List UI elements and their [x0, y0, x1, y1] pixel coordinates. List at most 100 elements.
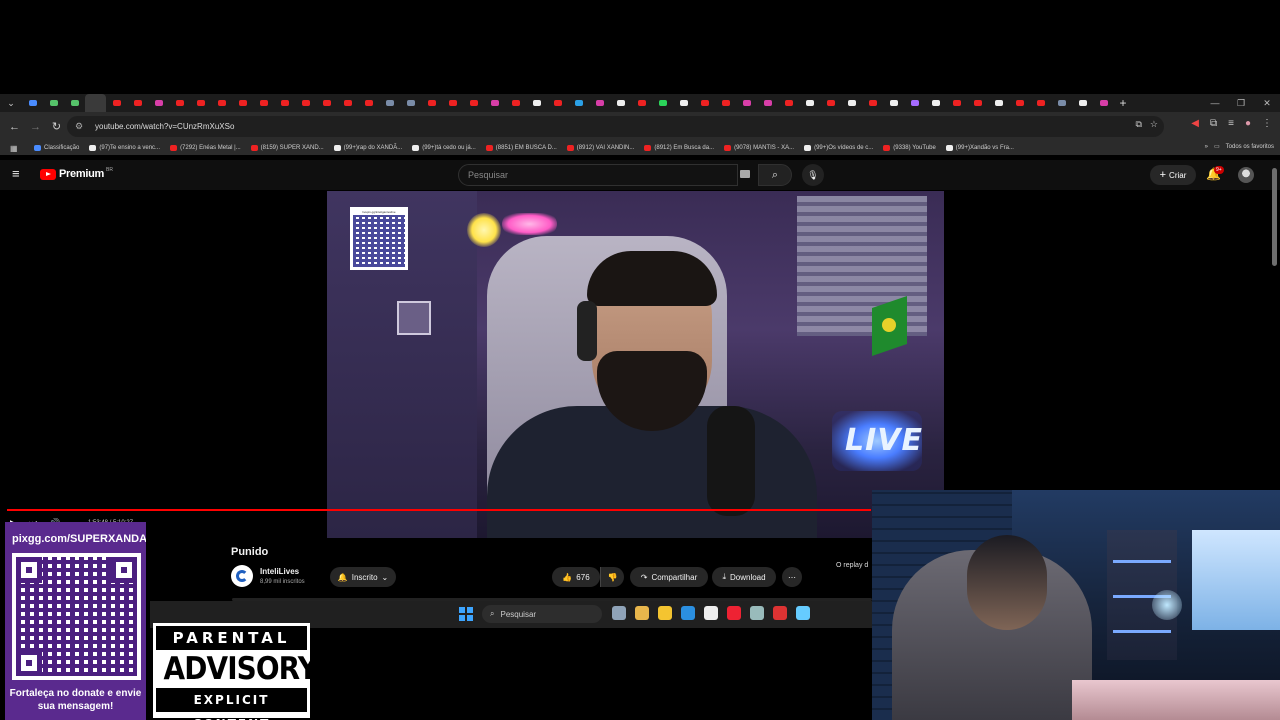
bookmark-item[interactable]: (7292) Enéas Metal |... — [170, 145, 241, 151]
browser-tab[interactable] — [253, 94, 274, 112]
browser-menu-icon[interactable]: ⋮ — [1262, 118, 1272, 129]
all-bookmarks-link[interactable]: Todos os favoritos — [1226, 144, 1274, 150]
bookmark-star-icon[interactable]: ☆ — [1150, 119, 1158, 130]
browser-tab[interactable] — [505, 94, 526, 112]
taskbar-app-icon[interactable] — [681, 606, 695, 620]
channel-avatar[interactable] — [231, 565, 253, 587]
browser-tab[interactable] — [148, 94, 169, 112]
video-player[interactable]: LIVE livepix.gg/inteliganteslive — [327, 191, 944, 538]
volume-extension-icon[interactable]: ◀ — [1191, 118, 1199, 129]
browser-tab[interactable] — [211, 94, 232, 112]
browser-tab[interactable] — [1072, 94, 1093, 112]
browser-tab[interactable] — [694, 94, 715, 112]
browser-tab[interactable] — [1051, 94, 1072, 112]
browser-tab[interactable] — [358, 94, 379, 112]
bookmark-item[interactable]: (99+)Xandão vs Fra... — [945, 145, 1014, 151]
browser-tab[interactable] — [106, 94, 127, 112]
voice-search-mic-icon[interactable]: 🎙 — [802, 164, 824, 186]
search-button[interactable]: ⌕ — [758, 164, 792, 186]
like-button[interactable]: 👍 676 — [552, 567, 600, 587]
browser-tab[interactable] — [610, 94, 631, 112]
browser-tab[interactable] — [673, 94, 694, 112]
extensions-icon[interactable]: ⧉ — [1210, 118, 1217, 129]
account-avatar[interactable] — [1238, 167, 1254, 183]
taskbar-app-icon[interactable] — [796, 606, 810, 620]
bookmark-item[interactable]: (8159) SUPER XAND... — [250, 145, 324, 151]
browser-tab[interactable] — [379, 94, 400, 112]
bookmark-item[interactable]: (8912) VAI XANDIN... — [566, 145, 634, 151]
browser-tab[interactable] — [715, 94, 736, 112]
bookmark-item[interactable]: (99+)rap do XANDÃ... — [333, 145, 402, 151]
browser-tab[interactable] — [169, 94, 190, 112]
download-button[interactable]: ⤓ Download — [712, 567, 776, 587]
browser-tab[interactable] — [568, 94, 589, 112]
browser-tab[interactable] — [589, 94, 610, 112]
subscribed-button[interactable]: 🔔 Inscrito ⌄ — [330, 567, 396, 587]
browser-tab[interactable] — [337, 94, 358, 112]
dislike-button[interactable]: 👎 — [600, 567, 624, 587]
browser-tab[interactable] — [295, 94, 316, 112]
browser-tab[interactable] — [1009, 94, 1030, 112]
browser-tab[interactable] — [190, 94, 211, 112]
keyboard-icon[interactable] — [740, 170, 750, 178]
browser-tab[interactable] — [463, 94, 484, 112]
browser-tab[interactable] — [799, 94, 820, 112]
omnibox[interactable]: ⚙ youtube.com/watch?v=CUnzRmXuXSo ⧉ ☆ — [67, 116, 1164, 137]
browser-tab[interactable] — [883, 94, 904, 112]
browser-tab[interactable] — [841, 94, 862, 112]
restore-icon[interactable]: ❐ — [1228, 94, 1254, 112]
taskbar-app-icon[interactable] — [727, 606, 741, 620]
search-input[interactable]: Pesquisar — [458, 164, 738, 186]
browser-tab[interactable] — [925, 94, 946, 112]
bookmark-item[interactable]: (9338) YouTube — [883, 145, 936, 151]
bookmark-item[interactable]: (97)Te ensino a venc... — [89, 145, 160, 151]
browser-tab[interactable] — [652, 94, 673, 112]
taskbar-app-icon[interactable] — [658, 606, 672, 620]
bookmark-item[interactable]: (99+)Os vídeos de c... — [804, 145, 873, 151]
browser-tab[interactable] — [988, 94, 1009, 112]
taskbar-app-icon[interactable] — [635, 606, 649, 620]
browser-tab[interactable] — [400, 94, 421, 112]
taskbar-app-icon[interactable] — [612, 606, 626, 620]
apps-grid-icon[interactable]: ▦ — [10, 144, 34, 153]
minimize-icon[interactable]: — — [1202, 94, 1228, 112]
site-info-icon[interactable]: ⚙ — [75, 121, 87, 132]
taskbar-app-icon[interactable] — [704, 606, 718, 620]
browser-tab[interactable] — [421, 94, 442, 112]
browser-tab[interactable] — [1093, 94, 1114, 112]
bookmark-item[interactable]: Classificação — [34, 145, 79, 151]
hamburger-menu-icon[interactable]: ≡ — [12, 167, 26, 181]
browser-tab[interactable] — [43, 94, 64, 112]
new-tab-button[interactable]: + — [1114, 94, 1132, 112]
browser-tab[interactable] — [1030, 94, 1051, 112]
bookmarks-overflow-icon[interactable]: » — [1205, 144, 1208, 150]
video-progress-bar[interactable] — [7, 509, 871, 511]
more-actions-button[interactable]: ⋯ — [782, 567, 802, 587]
browser-tab[interactable] — [316, 94, 337, 112]
browser-tab[interactable] — [904, 94, 925, 112]
browser-tab[interactable] — [862, 94, 883, 112]
browser-tab[interactable] — [631, 94, 652, 112]
browser-tab[interactable] — [967, 94, 988, 112]
bookmark-item[interactable]: (9078) MANTIS - XA... — [724, 145, 794, 151]
forward-icon[interactable]: → — [25, 116, 46, 137]
youtube-premium-logo[interactable]: Premium BR — [40, 167, 113, 180]
browser-tab[interactable] — [757, 94, 778, 112]
channel-name[interactable]: InteliLives — [260, 567, 299, 576]
browser-tab[interactable] — [484, 94, 505, 112]
back-icon[interactable]: ← — [4, 116, 25, 137]
browser-tab[interactable] — [820, 94, 841, 112]
browser-tab[interactable] — [778, 94, 799, 112]
tab-active[interactable] — [85, 94, 106, 112]
browser-tab[interactable] — [127, 94, 148, 112]
install-app-icon[interactable]: ⧉ — [1135, 119, 1141, 130]
page-scrollbar[interactable] — [1272, 168, 1277, 266]
browser-tab[interactable] — [274, 94, 295, 112]
taskbar-app-icon[interactable] — [773, 606, 787, 620]
bookmark-item[interactable]: (99+)tá cedo ou já... — [412, 145, 476, 151]
share-button[interactable]: ↷ Compartilhar — [630, 567, 708, 587]
close-window-icon[interactable]: ✕ — [1254, 94, 1280, 112]
bookmark-item[interactable]: (8851) EM BUSCA D... — [485, 145, 557, 151]
browser-tab[interactable] — [22, 94, 43, 112]
reload-icon[interactable]: ↻ — [46, 116, 67, 137]
